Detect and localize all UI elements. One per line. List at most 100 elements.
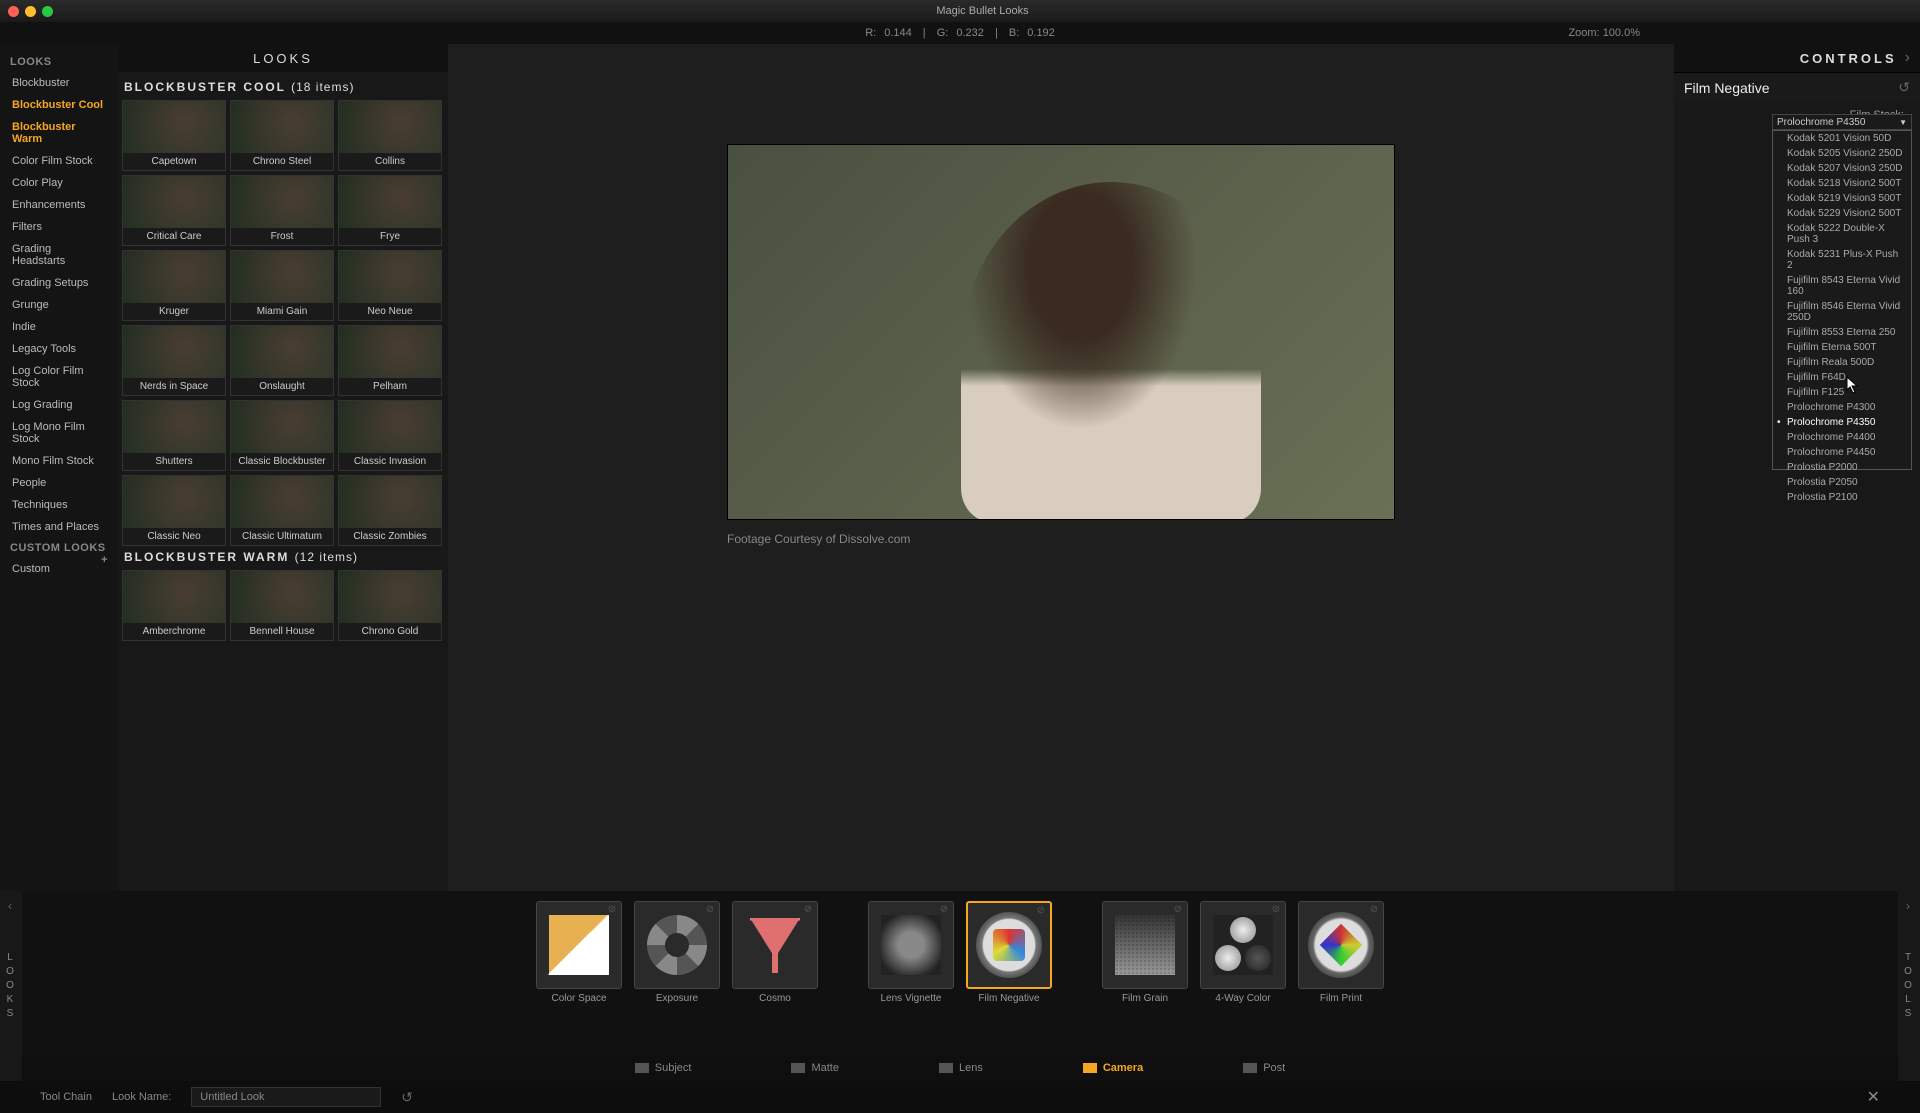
film-stock-option[interactable]: Prolochrome P4300 bbox=[1773, 400, 1911, 415]
stage-matte[interactable]: Matte bbox=[771, 1060, 859, 1076]
looks-panel-header: LOOKS bbox=[118, 44, 448, 72]
chain-tool-filmneg[interactable]: ⊘Film Negative bbox=[964, 901, 1054, 1008]
looks-category-item[interactable]: Enhancements bbox=[0, 194, 118, 216]
film-stock-dropdown-menu[interactable]: Kodak 5201 Vision 50DKodak 5205 Vision2 … bbox=[1772, 130, 1912, 470]
looks-drawer-tab[interactable]: ‹ LOOKS bbox=[0, 891, 22, 1081]
look-thumbnail[interactable]: Collins bbox=[338, 100, 442, 171]
looks-category-item[interactable]: Log Grading bbox=[0, 394, 118, 416]
looks-category-item[interactable]: Blockbuster Warm bbox=[0, 116, 118, 150]
film-stock-option[interactable]: Fujifilm F125 bbox=[1773, 385, 1911, 400]
look-thumbnail[interactable]: Nerds in Space bbox=[122, 325, 226, 396]
remove-tool-icon[interactable]: ⊘ bbox=[937, 904, 951, 918]
looks-category-item[interactable]: Blockbuster Cool bbox=[0, 94, 118, 116]
film-stock-option[interactable]: Prolochrome P4350 bbox=[1773, 415, 1911, 430]
expand-controls-icon[interactable]: › bbox=[1905, 49, 1910, 67]
look-thumbnail[interactable]: Bennell House bbox=[230, 570, 334, 641]
look-thumbnail[interactable]: Onslaught bbox=[230, 325, 334, 396]
look-thumbnail[interactable]: Amberchrome bbox=[122, 570, 226, 641]
look-thumbnail[interactable]: Shutters bbox=[122, 400, 226, 471]
film-stock-option[interactable]: Kodak 5219 Vision3 500T bbox=[1773, 191, 1911, 206]
film-stock-option[interactable]: Fujifilm Eterna 500T bbox=[1773, 340, 1911, 355]
film-stock-option[interactable]: Fujifilm F64D bbox=[1773, 370, 1911, 385]
toolchain-label[interactable]: Tool Chain bbox=[40, 1091, 92, 1103]
looks-category-item[interactable]: Grunge bbox=[0, 294, 118, 316]
remove-tool-icon[interactable]: ⊘ bbox=[703, 904, 717, 918]
look-thumbnail[interactable]: Classic Zombies bbox=[338, 475, 442, 546]
tools-drawer-tab[interactable]: › TOOLS bbox=[1898, 891, 1920, 1081]
film-stock-option[interactable]: Fujifilm Reala 500D bbox=[1773, 355, 1911, 370]
film-stock-option[interactable]: Kodak 5222 Double-X Push 3 bbox=[1773, 221, 1911, 247]
looks-category-item[interactable]: Color Play bbox=[0, 172, 118, 194]
chain-tool-vignette[interactable]: ⊘Lens Vignette bbox=[866, 901, 956, 1008]
looks-category-item[interactable]: Times and Places bbox=[0, 516, 118, 538]
look-thumbnail[interactable]: Kruger bbox=[122, 250, 226, 321]
chain-tool-filmprint[interactable]: ⊘Film Print bbox=[1296, 901, 1386, 1008]
look-thumbnail[interactable]: Miami Gain bbox=[230, 250, 334, 321]
preview-image[interactable] bbox=[727, 144, 1395, 520]
reset-look-icon[interactable]: ↺ bbox=[401, 1089, 413, 1106]
look-thumbnail[interactable]: Classic Neo bbox=[122, 475, 226, 546]
stage-post[interactable]: Post bbox=[1223, 1060, 1305, 1076]
film-stock-option[interactable]: Kodak 5231 Plus-X Push 2 bbox=[1773, 247, 1911, 273]
reset-control-icon[interactable]: ↺ bbox=[1898, 79, 1910, 96]
looks-category-item[interactable]: Techniques bbox=[0, 494, 118, 516]
chain-tool-4way[interactable]: ⊘4-Way Color bbox=[1198, 901, 1288, 1008]
film-stock-dropdown[interactable]: Prolochrome P4350 ▼ bbox=[1772, 114, 1912, 130]
looks-category-item[interactable]: Indie bbox=[0, 316, 118, 338]
looks-category-item[interactable]: People bbox=[0, 472, 118, 494]
tool-chain-panel: ‹ LOOKS › TOOLS ⊘Color Space⊘Exposure⊘Co… bbox=[0, 891, 1920, 1081]
chain-tool-cosmo[interactable]: ⊘Cosmo bbox=[730, 901, 820, 1008]
look-thumbnail[interactable]: Critical Care bbox=[122, 175, 226, 246]
add-custom-look-icon[interactable]: + bbox=[101, 554, 108, 566]
film-stock-option[interactable]: Prolostia P2050 bbox=[1773, 475, 1911, 490]
look-thumbnail[interactable]: Classic Blockbuster bbox=[230, 400, 334, 471]
look-thumbnail[interactable]: Chrono Gold bbox=[338, 570, 442, 641]
stage-camera[interactable]: Camera bbox=[1063, 1060, 1163, 1076]
look-thumbnail-label: Collins bbox=[339, 153, 441, 170]
close-panel-icon[interactable]: ✕ bbox=[1867, 1087, 1880, 1107]
remove-tool-icon[interactable]: ⊘ bbox=[1367, 904, 1381, 918]
looks-category-item[interactable]: Log Color Film Stock bbox=[0, 360, 118, 394]
film-stock-option[interactable]: Prolostia P2000 bbox=[1773, 460, 1911, 475]
close-window-button[interactable] bbox=[8, 6, 19, 17]
remove-tool-icon[interactable]: ⊘ bbox=[1034, 905, 1048, 919]
chain-tool-exposure[interactable]: ⊘Exposure bbox=[632, 901, 722, 1008]
film-stock-option[interactable]: Kodak 5229 Vision2 500T bbox=[1773, 206, 1911, 221]
looks-category-item[interactable]: Grading Setups bbox=[0, 272, 118, 294]
looks-category-item[interactable]: Grading Headstarts bbox=[0, 238, 118, 272]
film-stock-option[interactable]: Fujifilm 8546 Eterna Vivid 250D bbox=[1773, 299, 1911, 325]
zoom-window-button[interactable] bbox=[42, 6, 53, 17]
looks-category-item[interactable]: Legacy Tools bbox=[0, 338, 118, 360]
stage-lens[interactable]: Lens bbox=[919, 1060, 1003, 1076]
chain-tool-grain[interactable]: ⊘Film Grain bbox=[1100, 901, 1190, 1008]
look-thumbnail[interactable]: Pelham bbox=[338, 325, 442, 396]
look-thumbnail[interactable]: Classic Invasion bbox=[338, 400, 442, 471]
looks-category-item[interactable]: Filters bbox=[0, 216, 118, 238]
film-stock-option[interactable]: Prolostia P2100 bbox=[1773, 490, 1911, 505]
lookname-input[interactable] bbox=[191, 1087, 381, 1107]
look-thumbnail-label: Classic Neo bbox=[123, 528, 225, 545]
film-stock-option[interactable]: Prolochrome P4450 bbox=[1773, 445, 1911, 460]
look-thumbnail[interactable]: Neo Neue bbox=[338, 250, 442, 321]
looks-category-item[interactable]: Log Mono Film Stock bbox=[0, 416, 118, 450]
look-thumbnail[interactable]: Chrono Steel bbox=[230, 100, 334, 171]
looks-category-item[interactable]: Blockbuster bbox=[0, 72, 118, 94]
remove-tool-icon[interactable]: ⊘ bbox=[801, 904, 815, 918]
looks-category-item[interactable]: Mono Film Stock bbox=[0, 450, 118, 472]
looks-category-item[interactable]: Color Film Stock bbox=[0, 150, 118, 172]
film-stock-option[interactable]: Prolochrome P4400 bbox=[1773, 430, 1911, 445]
look-thumbnail[interactable]: Capetown bbox=[122, 100, 226, 171]
look-thumbnail[interactable]: Frye bbox=[338, 175, 442, 246]
film-stock-option[interactable]: Kodak 5205 Vision2 250D bbox=[1773, 146, 1911, 161]
film-stock-option[interactable]: Fujifilm 8553 Eterna 250 bbox=[1773, 325, 1911, 340]
film-stock-option[interactable]: Fujifilm 8543 Eterna Vivid 160 bbox=[1773, 273, 1911, 299]
minimize-window-button[interactable] bbox=[25, 6, 36, 17]
look-thumbnail[interactable]: Frost bbox=[230, 175, 334, 246]
look-thumbnail[interactable]: Classic Ultimatum bbox=[230, 475, 334, 546]
film-stock-option[interactable]: Kodak 5201 Vision 50D bbox=[1773, 131, 1911, 146]
film-stock-option[interactable]: Kodak 5207 Vision3 250D bbox=[1773, 161, 1911, 176]
film-stock-option[interactable]: Kodak 5218 Vision2 500T bbox=[1773, 176, 1911, 191]
chain-tool-colorspace[interactable]: ⊘Color Space bbox=[534, 901, 624, 1008]
stage-subject[interactable]: Subject bbox=[615, 1060, 712, 1076]
looks-thumbnail-scroll[interactable]: BLOCKBUSTER COOL (18 items)CapetownChron… bbox=[118, 72, 448, 891]
